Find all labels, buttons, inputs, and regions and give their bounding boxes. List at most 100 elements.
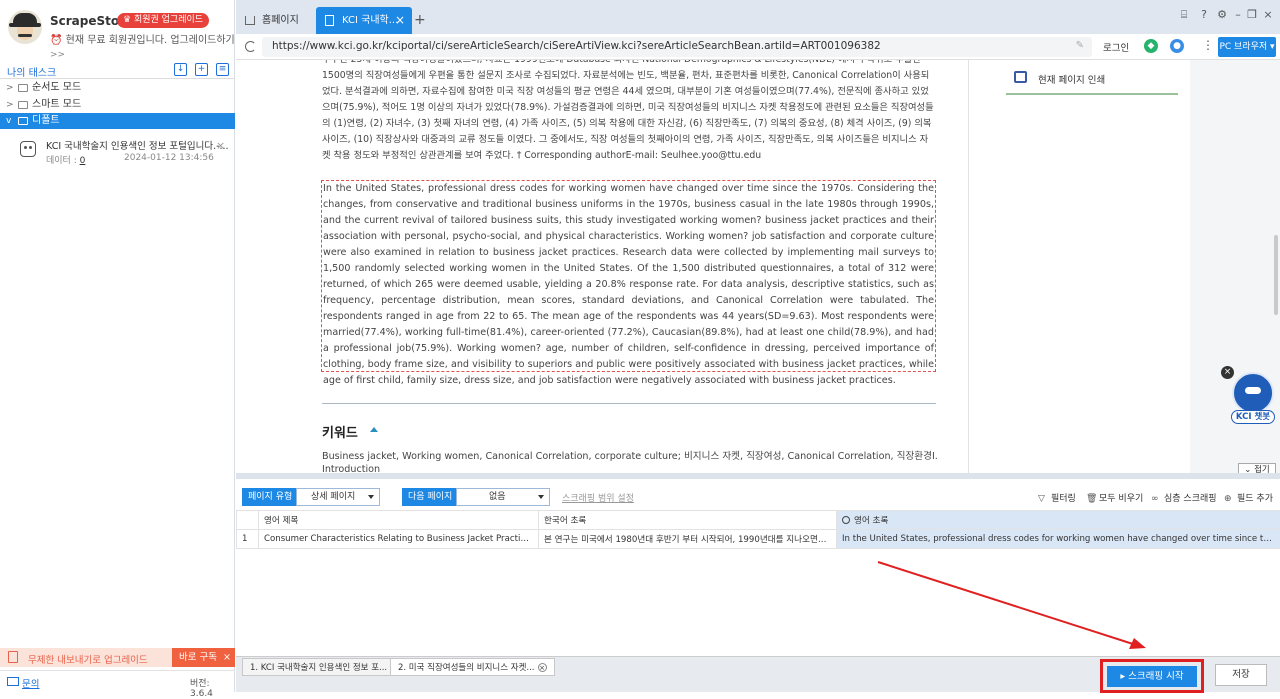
close-icon[interactable]: ×	[1221, 366, 1234, 379]
english-abstract-box[interactable]: In the United States, professional dress…	[321, 180, 936, 372]
restore-icon[interactable]: ❐	[1246, 9, 1258, 21]
chatbot-label[interactable]: KCI 챗봇	[1231, 410, 1275, 424]
tree-item-label: 스마트 모드	[32, 97, 81, 113]
close-window-icon[interactable]: ×	[1262, 9, 1274, 21]
save-button[interactable]: 저장	[1215, 664, 1267, 686]
next-page-label: 다음 페이지	[402, 488, 458, 506]
collapse-up-icon[interactable]	[370, 427, 378, 432]
scrollbar[interactable]	[1274, 235, 1278, 315]
page-type-label: 페이지 유형	[242, 488, 298, 506]
gift-icon[interactable]: ⌸	[1178, 9, 1190, 21]
table-cell[interactable]: 본 연구는 미국에서 1980년대 후반기 부터 시작되어, 1990년대를 지…	[539, 530, 837, 549]
bottom-bar: 1. KCI 국내학술지 인용색인 정보 포... 2. 미국 직장여성들의 비…	[236, 656, 1280, 692]
help-icon[interactable]: ?	[1198, 9, 1210, 21]
tab-home[interactable]: 홈페이지	[236, 7, 310, 34]
upgrade-membership-badge[interactable]: ♛ 회원권 업그레이드	[117, 13, 209, 28]
new-tab-button[interactable]: +	[414, 7, 426, 34]
deep-scrape-label: 심층 스크래핑	[1164, 494, 1217, 504]
add-field-label: 필드 추가	[1237, 494, 1273, 504]
chevron-down-icon	[538, 495, 544, 499]
table-cell[interactable]: Consumer Characteristics Relating to Bus…	[259, 530, 539, 549]
page-type-select[interactable]: 상세 페이지	[296, 488, 380, 506]
column-header-korean-abstract[interactable]: 한국어 초록	[539, 511, 837, 530]
page-type-control: 페이지 유형 상세 페이지	[242, 488, 380, 506]
tree-item-label: 디폴트	[32, 113, 60, 129]
robot-icon	[20, 141, 36, 157]
tab-kci[interactable]: KCI 국내학...×	[316, 7, 412, 34]
chatbot-button[interactable]	[1232, 372, 1274, 414]
close-icon[interactable]: ×	[216, 139, 225, 152]
tree-item-smart-mode[interactable]: >스마트 모드	[0, 97, 235, 113]
settings-icon[interactable]: ⚙	[1216, 9, 1228, 21]
more-menu-icon[interactable]: ⋮	[1202, 38, 1214, 52]
new-task-icon[interactable]: +	[195, 63, 208, 76]
task-data-label: 데이터 :	[46, 156, 77, 166]
tab-label: 홈페이지	[262, 15, 299, 26]
my-tasks-title: 나의 태스크	[7, 64, 56, 79]
task-title: KCI 국내학술지 인용색인 정보 포털입니다.-...	[46, 138, 229, 152]
task-item[interactable]: KCI 국내학술지 인용색인 정보 포털입니다.-... 데이터 : 0 202…	[0, 134, 235, 170]
table-header-row: 영어 제목 한국어 초록 영어 초록	[237, 511, 1280, 530]
folder-open-icon	[18, 117, 28, 125]
speaker-icon	[8, 651, 18, 663]
version-text: 버전: 3.6.4	[190, 676, 235, 699]
next-page-select[interactable]: 없음	[456, 488, 550, 506]
membership-status[interactable]: ⏰ 현재 무료 회원권입니다. 업그레이드하기	[50, 31, 235, 46]
deep-scrape-button[interactable]: ∞심층 스크래핑	[1151, 491, 1217, 504]
collapse-label: 접기	[1254, 465, 1270, 473]
add-field-button[interactable]: ⊕필드 추가	[1224, 491, 1273, 504]
close-icon[interactable]: ×	[395, 7, 405, 34]
import-icon[interactable]: ↓	[174, 63, 187, 76]
sheet-tab-1[interactable]: 1. KCI 국내학술지 인용색인 정보 포...	[242, 658, 395, 676]
subscribe-button[interactable]: 바로 구독×	[172, 648, 235, 667]
sheet-tab-2[interactable]: 2. 미국 직장여성들의 비지니스 자켓...×	[390, 658, 555, 676]
page-type-value: 상세 페이지	[311, 492, 355, 502]
membership-text: 현재 무료 회원권입니다. 업그레이드하기	[66, 35, 235, 46]
close-icon[interactable]: ×	[223, 648, 231, 667]
sidebar-footer: 문의 버전: 3.6.4	[0, 670, 235, 692]
print-page-button[interactable]: 현재 페이지 인쇄	[1006, 67, 1178, 95]
clear-all-button[interactable]: 🗑모두 비우기	[1086, 491, 1143, 504]
table-row[interactable]: 1 Consumer Characteristics Relating to B…	[237, 530, 1280, 549]
column-header-label: 한국어 초록	[544, 516, 586, 526]
task-date: 2024-01-12 13:4:56	[124, 153, 214, 163]
url-field[interactable]: https://www.kci.go.kr/kciportal/ci/sereA…	[262, 37, 1092, 57]
login-link[interactable]: 로그인	[1103, 40, 1129, 54]
close-icon[interactable]: ×	[538, 663, 547, 672]
table-cell[interactable]: In the United States, professional dress…	[837, 530, 1280, 549]
user-icon[interactable]: ●	[1170, 39, 1184, 53]
filter-button[interactable]: ▽필터링	[1038, 491, 1076, 504]
column-header-english-abstract[interactable]: 영어 초록	[837, 511, 1280, 530]
keywords-title: 키워드	[322, 422, 358, 441]
tree-item-flowchart-mode[interactable]: >순서도 모드	[0, 80, 235, 96]
tree-item-label: 순서도 모드	[32, 80, 81, 96]
scrape-range-link[interactable]: 스크래핑 범위 설정	[562, 491, 634, 504]
sidebar: ScrapeStorm ♛ 회원권 업그레이드 ⏰ 현재 무료 회원권입니다. …	[0, 0, 235, 692]
inquiry-link[interactable]: 문의	[22, 676, 39, 690]
collapse-button[interactable]: ⌄ 접기	[1238, 463, 1276, 473]
column-divider	[968, 60, 969, 473]
minimize-icon[interactable]: –	[1232, 9, 1244, 21]
reload-icon[interactable]	[245, 41, 256, 52]
edit-icon[interactable]: ✎	[1076, 40, 1084, 51]
upgrade-export-bar[interactable]: 무제한 내보내기로 업그레이드 바로 구독×	[0, 648, 235, 667]
avatar[interactable]	[8, 10, 42, 44]
sheet-tab-label: 2. 미국 직장여성들의 비지니스 자켓...	[398, 663, 535, 673]
next-page-control: 다음 페이지 없음	[402, 488, 550, 506]
english-abstract: In the United States, professional dress…	[323, 181, 934, 389]
keywords-text: Business jacket, Working women, Canonica…	[322, 448, 936, 462]
tree-item-default[interactable]: v디폴트	[0, 113, 235, 129]
column-header-label: 영어 초록	[854, 516, 888, 526]
task-count-link[interactable]: 0	[80, 156, 86, 166]
expand-button[interactable]: >>	[50, 50, 65, 60]
folder-icon	[18, 101, 28, 109]
extension-icon[interactable]: ◆	[1144, 39, 1158, 53]
browser-tab-bar: 홈페이지 KCI 국내학...× + ⌸ ? ⚙ – ❐ ×	[236, 0, 1280, 34]
start-scraping-button[interactable]: ▸ 스크래핑 시작	[1107, 666, 1197, 687]
manage-tasks-icon[interactable]: ≡	[216, 63, 229, 76]
robot-icon	[1245, 387, 1261, 394]
start-scraping-label: 스크래핑 시작	[1128, 671, 1183, 682]
pc-browser-dropdown[interactable]: PC 브라우저 ▾	[1218, 37, 1276, 57]
column-header-english-title[interactable]: 영어 제목	[259, 511, 539, 530]
data-table: 영어 제목 한국어 초록 영어 초록 1 Consumer Characteri…	[236, 510, 1280, 549]
